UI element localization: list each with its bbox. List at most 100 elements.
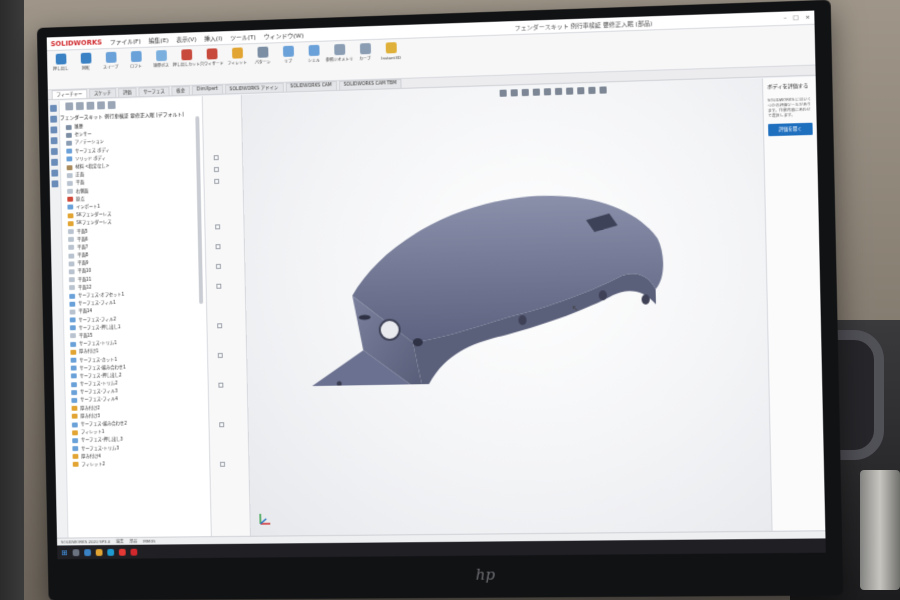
graphics-area[interactable]: ↖ [242,78,772,535]
display-tab-icon[interactable] [108,101,116,109]
checkbox[interactable] [216,244,221,249]
command-tab[interactable]: DimXpert [192,85,223,95]
view-orientation-icon[interactable] [544,88,551,95]
ribbon-button[interactable]: フィレット [227,47,247,66]
fender-model[interactable] [290,136,696,386]
search-icon[interactable] [72,549,79,556]
command-tab[interactable]: サーフェス [138,86,169,96]
view-settings-icon[interactable] [599,86,606,93]
display-style-icon[interactable] [555,88,562,95]
tool-icon[interactable] [51,170,58,177]
close-icon[interactable]: × [805,14,810,21]
tool-icon[interactable] [50,116,57,123]
chrome-icon[interactable] [119,548,126,555]
ribbon-button[interactable]: 穴ウィザード [202,48,222,67]
menu-file[interactable]: ファイル(F) [110,36,141,46]
checkbox[interactable] [216,284,221,289]
ribbon-button-label: リブ [284,59,292,65]
previous-view-icon[interactable] [522,89,529,96]
checkbox[interactable] [220,462,225,467]
surface-icon [72,438,78,443]
tool-icon[interactable] [50,105,57,112]
ribbon-button[interactable]: カーブ [355,43,375,63]
tool-icon[interactable] [51,148,58,155]
menu-tools[interactable]: ツール(T) [230,32,256,42]
ribbon-button[interactable]: 参照ジオメトリ [329,44,349,64]
edge-icon[interactable] [107,548,114,555]
ribbon-button[interactable]: パターン [253,46,273,65]
tool-icon[interactable] [51,137,58,144]
tree-item-label: 平面6 [77,236,88,242]
tree-item-label: フィレット2 [81,461,105,467]
tool-icon[interactable] [52,180,59,187]
surface-icon [69,293,75,298]
checkbox[interactable] [216,264,221,269]
command-tab[interactable]: SOLIDWORKS CAM TBM [339,79,402,90]
property-tab-icon[interactable] [76,102,84,110]
extrude-icon [55,53,66,64]
menu-edit[interactable]: 編集(E) [149,35,169,45]
minimize-icon[interactable]: – [784,15,787,22]
feature-tree-tab-icon[interactable] [65,102,73,110]
checkbox[interactable] [218,353,223,358]
command-tab[interactable]: SOLIDWORKS アドイン [224,83,283,94]
ribbon-button[interactable]: シェル [304,45,324,65]
ribbon-button[interactable]: 回転 [76,52,96,71]
ribbon-button[interactable]: 押し出しカット [176,49,196,68]
windows-start-icon[interactable]: ⊞ [61,548,68,557]
plane-icon [68,245,74,250]
command-tab[interactable]: フィーチャー [52,89,88,99]
task-view-icon[interactable] [84,549,91,556]
open-evaluate-button[interactable]: 評価を開く [768,122,813,136]
checkbox[interactable] [219,422,224,427]
plane-icon [69,277,75,282]
ribbon-button[interactable]: ロフト [126,51,146,70]
ribbon-button[interactable]: Instant3D [381,42,401,61]
dimxpert-tab-icon[interactable] [97,101,105,109]
tool-icon[interactable] [50,126,57,133]
command-tab[interactable]: スケッチ [89,88,116,98]
section-view-icon[interactable] [533,89,540,96]
tree-item-label: 平面12 [78,284,92,290]
tree-item-label: 平面10 [77,268,91,274]
menu-window[interactable]: ウィンドウ(W) [264,30,304,40]
plane-icon [70,334,76,339]
surface-icon [69,301,75,306]
checkbox[interactable] [215,224,220,229]
appearance-icon[interactable] [577,87,584,94]
checkbox[interactable] [214,179,219,184]
window-controls: – □ × [784,14,811,22]
tool-icon[interactable] [51,159,58,166]
checkbox[interactable] [214,167,219,172]
thicken-icon [72,406,78,411]
ribbon-button[interactable]: 境界ボス [151,50,171,69]
tree-item[interactable]: フィレット2 [73,459,210,469]
config-tab-icon[interactable] [86,102,94,110]
explorer-icon[interactable] [95,549,102,556]
ribbon-button[interactable]: リブ [278,46,298,66]
tree-item-label: 平面15 [79,333,93,339]
command-tab[interactable]: 板金 [171,86,190,95]
ribbon-button[interactable]: スイープ [101,52,121,71]
checkbox[interactable] [214,155,219,160]
hide-show-icon[interactable] [566,87,573,94]
zoom-fit-icon[interactable] [500,90,507,97]
zoom-area-icon[interactable] [511,89,518,96]
task-pane: ボディを評価する SOLIDWORKS にはいくつかの評価ツールがあります。作業… [762,77,825,531]
checkbox[interactable] [217,323,222,328]
command-tab[interactable]: 評価 [118,88,137,97]
mouse-cursor-icon: ↖ [572,304,579,313]
solidworks-taskbar-icon[interactable] [130,548,137,555]
checkbox[interactable] [218,383,223,388]
menu-view[interactable]: 表示(V) [176,34,196,44]
ribbon-button-label: 回転 [82,65,90,71]
maximize-icon[interactable]: □ [793,14,799,21]
thicken-icon [72,414,78,419]
menu-insert[interactable]: 挿入(I) [204,33,222,43]
status-units[interactable]: MMGS [143,539,155,544]
ribbon-button[interactable]: 押し出し [51,53,71,72]
plane-icon [68,253,74,258]
command-tab[interactable]: SOLIDWORKS CAM [285,81,337,92]
rib-icon [282,46,293,57]
scene-icon[interactable] [588,87,595,94]
